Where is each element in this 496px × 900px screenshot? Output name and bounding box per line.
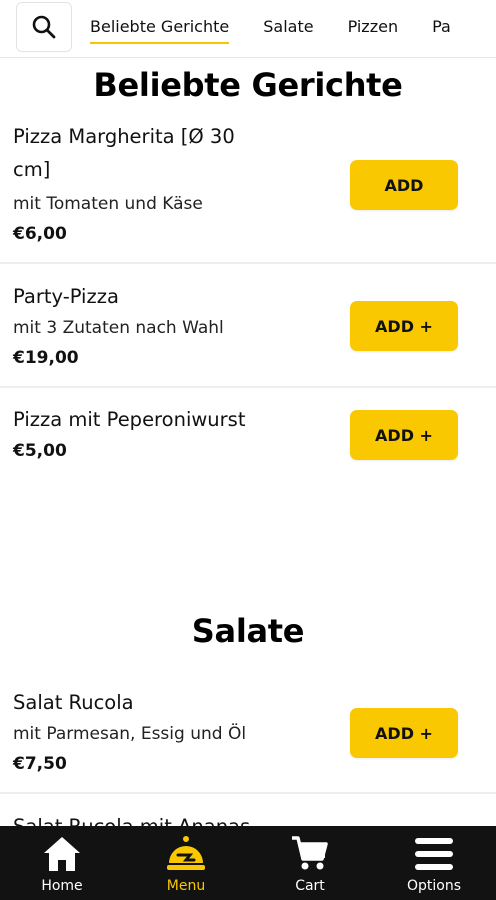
- section-title-beliebte-gerichte: Beliebte Gerichte: [93, 66, 403, 104]
- menu-food-icon: [167, 836, 205, 870]
- search-button[interactable]: [16, 2, 72, 52]
- menu-content[interactable]: Beliebte Gerichte Pizza Margherita [Ø 30…: [0, 58, 496, 826]
- item-name: Pizza Margherita [Ø 30 cm]: [13, 125, 235, 181]
- hamburger-icon: [415, 838, 453, 870]
- nav-cart[interactable]: Cart: [248, 826, 372, 900]
- item-name: Salat Rucola mit Ananas: [13, 810, 250, 826]
- item-price: €5,00: [13, 441, 67, 461]
- nav-home[interactable]: Home: [0, 826, 124, 900]
- menu-item: Pizza mit Peperoniwurst €5,00 ADD +: [0, 403, 496, 483]
- item-price: €19,00: [13, 348, 79, 368]
- category-bar: Beliebte Gerichte Salate Pizzen Pa: [0, 0, 496, 58]
- add-button[interactable]: ADD: [350, 160, 458, 210]
- search-icon: [32, 15, 56, 39]
- item-description: mit Tomaten und Käse: [13, 194, 203, 214]
- nav-home-label: Home: [41, 878, 83, 894]
- item-description: mit 3 Zutaten nach Wahl: [13, 318, 224, 338]
- item-name: Pizza mit Peperoniwurst: [13, 408, 246, 431]
- divider: [0, 262, 496, 264]
- item-price: €6,00: [13, 224, 67, 244]
- home-icon: [44, 837, 80, 871]
- tab-salate[interactable]: Salate: [263, 17, 313, 38]
- item-name: Salat Rucola: [13, 691, 134, 714]
- nav-menu[interactable]: Menu: [124, 826, 248, 900]
- category-tabs: Beliebte Gerichte Salate Pizzen Pa: [90, 0, 485, 54]
- menu-item: Party-Pizza mit 3 Zutaten nach Wahl €19,…: [0, 280, 496, 380]
- item-description: mit Parmesan, Essig und Öl: [13, 724, 247, 744]
- nav-options-label: Options: [406, 878, 462, 894]
- cart-icon: [292, 836, 328, 870]
- item-price: €7,50: [13, 754, 67, 774]
- menu-item: Pizza Margherita [Ø 30 cm] mit Tomaten u…: [0, 120, 496, 260]
- bottom-navigation: Home Menu Cart Options: [0, 826, 496, 900]
- add-button[interactable]: ADD +: [350, 708, 458, 758]
- section-title-salate: Salate: [191, 612, 305, 650]
- add-button[interactable]: ADD +: [350, 301, 458, 351]
- menu-item: Salat Rucola mit Parmesan, Essig und Öl …: [0, 686, 496, 786]
- nav-cart-label: Cart: [295, 878, 325, 894]
- tab-pizzen[interactable]: Pizzen: [348, 17, 399, 38]
- menu-item: Salat Rucola mit Ananas: [0, 810, 496, 826]
- tab-pasta[interactable]: Pa: [432, 17, 451, 38]
- nav-menu-label: Menu: [166, 878, 206, 894]
- tab-beliebte-gerichte[interactable]: Beliebte Gerichte: [90, 17, 230, 44]
- divider: [0, 792, 496, 794]
- add-button[interactable]: ADD +: [350, 410, 458, 460]
- divider: [0, 386, 496, 388]
- item-name: Party-Pizza: [13, 285, 119, 308]
- nav-options[interactable]: Options: [372, 826, 496, 900]
